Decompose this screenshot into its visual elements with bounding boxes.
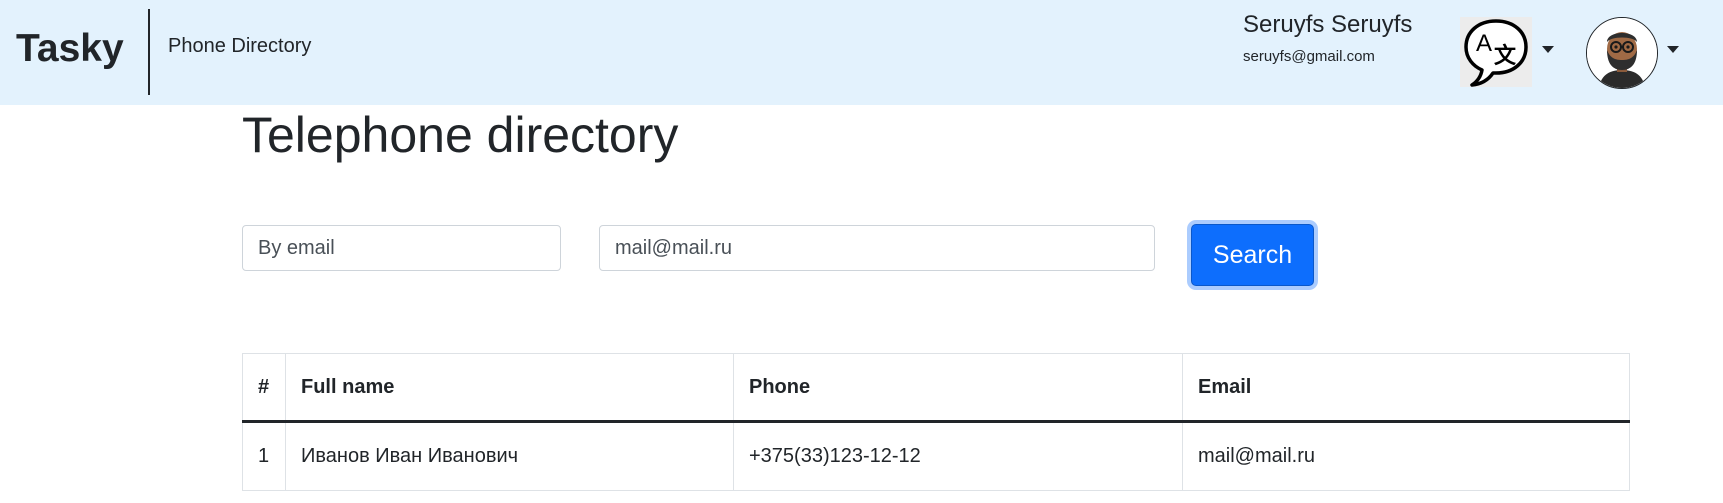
- column-header-number: #: [242, 353, 286, 423]
- nav-divider: [148, 9, 150, 95]
- search-input[interactable]: mail@mail.ru: [599, 225, 1155, 271]
- search-filter-select[interactable]: By email: [242, 225, 561, 271]
- user-avatar[interactable]: [1586, 17, 1658, 89]
- svg-text:文: 文: [1494, 43, 1517, 69]
- svg-text:A: A: [1476, 30, 1492, 57]
- navbar: Tasky Phone Directory Seruyfs Seruyfs se…: [0, 0, 1723, 105]
- page-title: Telephone directory: [242, 107, 679, 163]
- cell-full-name: Иванов Иван Иванович: [285, 421, 734, 491]
- language-caret-icon[interactable]: [1542, 46, 1554, 53]
- directory-table: # Full name Phone Email 1 Иванов Иван Ив…: [242, 353, 1630, 491]
- column-header-email: Email: [1182, 353, 1630, 423]
- column-header-full-name: Full name: [285, 353, 734, 423]
- user-name: Seruyfs Seruyfs: [1243, 11, 1413, 38]
- cell-number: 1: [242, 421, 286, 491]
- brand-logo[interactable]: Tasky: [16, 26, 124, 72]
- search-button[interactable]: Search: [1191, 224, 1314, 286]
- column-header-phone: Phone: [733, 353, 1183, 423]
- cell-phone: +375(33)123-12-12: [733, 421, 1183, 491]
- table-header-row: # Full name Phone Email: [242, 353, 1630, 423]
- nav-link-phone-directory[interactable]: Phone Directory: [168, 34, 311, 58]
- translate-icon: A 文: [1464, 19, 1528, 87]
- avatar-caret-icon[interactable]: [1667, 46, 1679, 53]
- user-email: seruyfs@gmail.com: [1243, 48, 1375, 65]
- language-selector[interactable]: A 文: [1460, 17, 1532, 87]
- avatar-icon: [1587, 18, 1657, 88]
- table-row: 1 Иванов Иван Иванович +375(33)123-12-12…: [242, 421, 1630, 491]
- cell-email: mail@mail.ru: [1182, 421, 1630, 491]
